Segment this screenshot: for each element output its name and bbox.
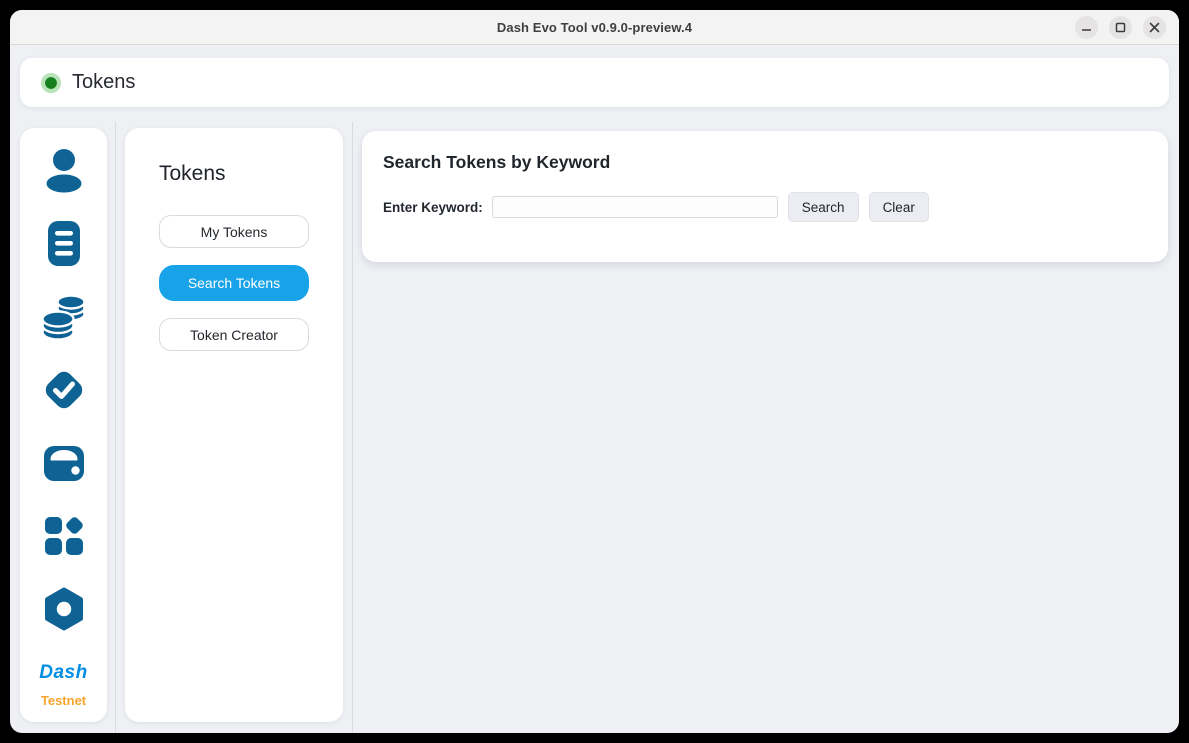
sidebar-item-wallet[interactable] (41, 440, 87, 486)
sidebar-item-proofs[interactable] (41, 367, 87, 413)
app-window: Dash Evo Tool v0.9.0-preview.4 Tokens (10, 10, 1179, 733)
keyword-input[interactable] (492, 196, 778, 218)
status-dot-icon (41, 73, 61, 93)
divider-panel (352, 122, 353, 733)
search-heading: Search Tokens by Keyword (383, 152, 1147, 173)
titlebar: Dash Evo Tool v0.9.0-preview.4 (10, 10, 1179, 45)
coins-icon (41, 293, 87, 341)
nav-button-my-tokens[interactable]: My Tokens (159, 215, 309, 248)
keyword-label: Enter Keyword: (383, 200, 483, 215)
header-status-label: Tokens (72, 71, 135, 94)
window-controls (1075, 16, 1179, 39)
search-tokens-card: Search Tokens by Keyword Enter Keyword: … (362, 131, 1168, 262)
content-area: Dash Testnet Tokens My Tokens Search Tok… (10, 118, 1179, 733)
icon-sidebar: Dash Testnet (20, 128, 107, 722)
sidebar-item-platform[interactable] (41, 513, 87, 559)
close-icon (1149, 22, 1160, 33)
blocks-grid-icon (40, 512, 88, 560)
panel-title: Tokens (159, 162, 309, 186)
dash-logo: Dash (39, 662, 87, 684)
window-title: Dash Evo Tool v0.9.0-preview.4 (10, 20, 1179, 35)
nut-icon (40, 585, 88, 633)
clear-button[interactable]: Clear (869, 192, 929, 222)
tokens-nav-panel: Tokens My Tokens Search Tokens Token Cre… (125, 128, 343, 722)
minimize-button[interactable] (1075, 16, 1098, 39)
search-row: Enter Keyword: Search Clear (383, 192, 1147, 222)
maximize-icon (1115, 22, 1126, 33)
minimize-icon (1081, 22, 1092, 33)
nav-button-token-creator[interactable]: Token Creator (159, 318, 309, 351)
sidebar-item-settings[interactable] (41, 586, 87, 632)
check-badge-icon (40, 366, 88, 414)
document-icon (42, 220, 86, 268)
person-icon (42, 148, 86, 194)
sidebar-item-identities[interactable] (41, 148, 87, 194)
maximize-button[interactable] (1109, 16, 1132, 39)
search-button[interactable]: Search (788, 192, 859, 222)
close-button[interactable] (1143, 16, 1166, 39)
wallet-icon (41, 441, 87, 485)
sidebar-item-contracts[interactable] (41, 221, 87, 267)
sidebar-footer: Dash Testnet (39, 662, 87, 708)
nav-button-search-tokens[interactable]: Search Tokens (159, 265, 309, 301)
network-badge: Testnet (41, 693, 86, 708)
header-status-card: Tokens (20, 58, 1169, 107)
sidebar-item-tokens[interactable] (41, 294, 87, 340)
divider-sidebar (115, 122, 116, 733)
